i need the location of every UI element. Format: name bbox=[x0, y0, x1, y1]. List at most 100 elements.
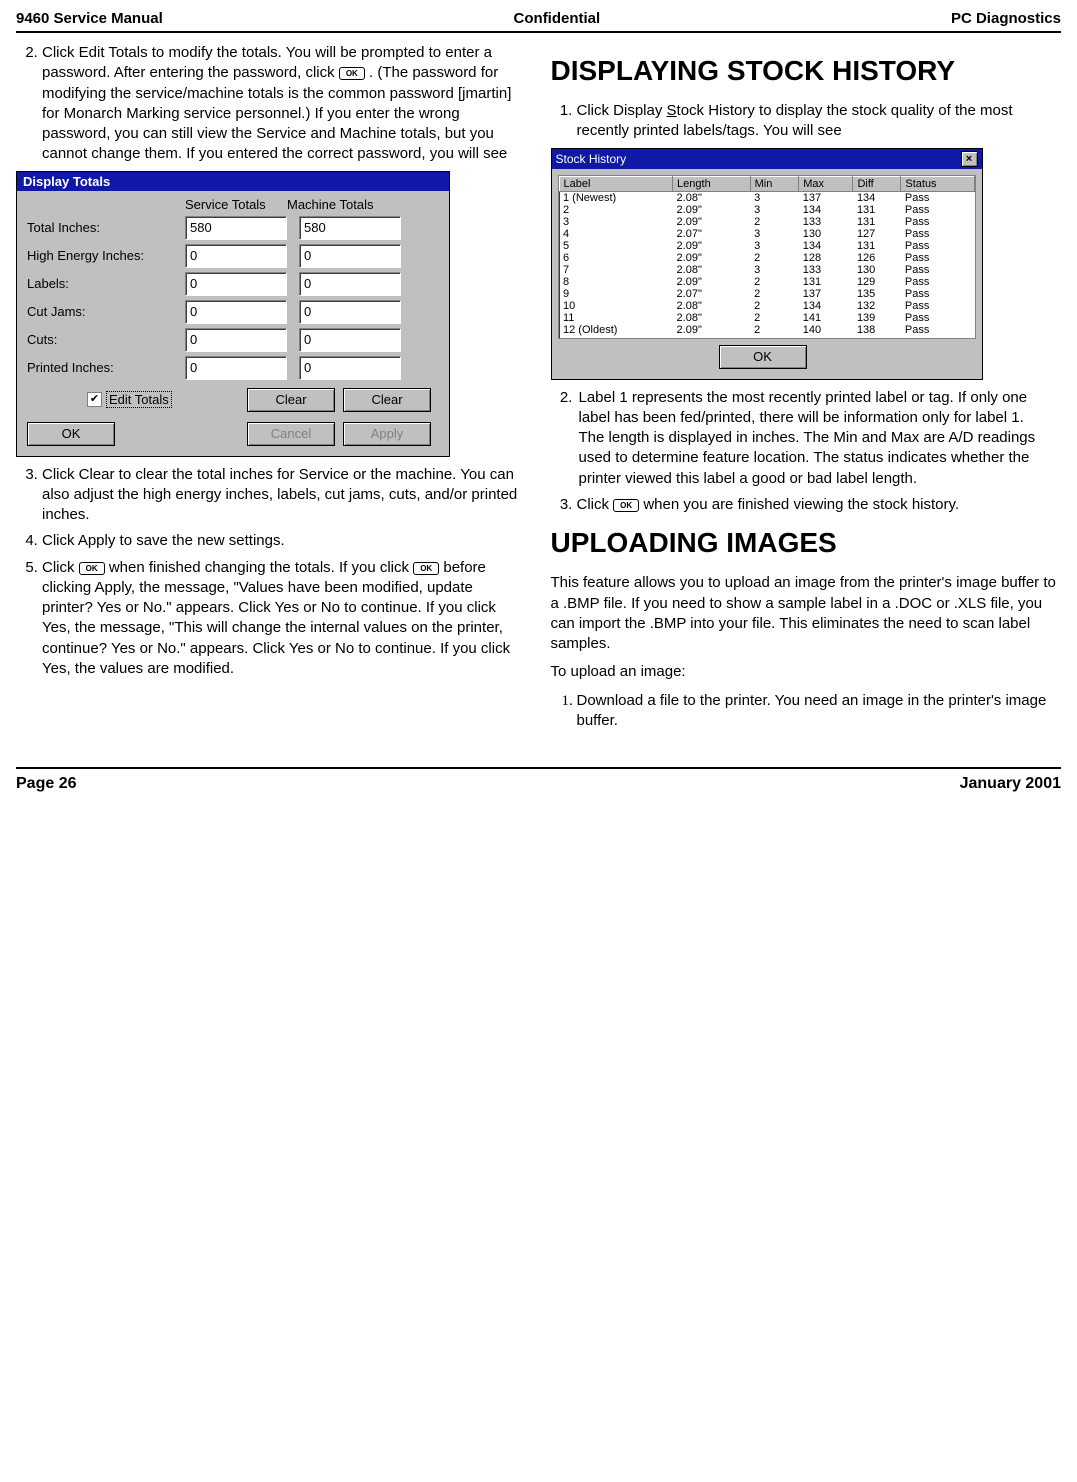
ok-icon: OK bbox=[79, 562, 105, 575]
machine-field[interactable] bbox=[299, 244, 401, 268]
totals-row-label: High Energy Inches: bbox=[27, 248, 185, 263]
table-cell: 135 bbox=[853, 288, 901, 300]
service-field[interactable] bbox=[185, 216, 287, 240]
service-field[interactable] bbox=[185, 300, 287, 324]
totals-row: Total Inches: bbox=[27, 216, 439, 240]
table-cell: 127 bbox=[853, 228, 901, 240]
table-cell: 134 bbox=[799, 204, 853, 216]
service-field[interactable] bbox=[185, 272, 287, 296]
table-cell: 2.09" bbox=[673, 252, 751, 264]
table-cell: Pass bbox=[901, 228, 974, 240]
table-cell: 2.08" bbox=[673, 191, 751, 204]
table-cell: Pass bbox=[901, 300, 974, 312]
machine-field[interactable] bbox=[299, 328, 401, 352]
ok-icon: OK bbox=[339, 67, 365, 80]
sh-step-2: Label 1 represents the most recently pri… bbox=[577, 388, 1062, 489]
table-row: 32.09"2133131Pass bbox=[559, 216, 974, 228]
table-cell: 134 bbox=[799, 240, 853, 252]
upload-p1: This feature allows you to upload an ima… bbox=[551, 573, 1062, 654]
table-cell: 137 bbox=[799, 191, 853, 204]
sh-ok-button[interactable]: OK bbox=[719, 345, 807, 369]
sh-step-3: Click OK when you are finished viewing t… bbox=[577, 495, 1062, 515]
totals-row-label: Total Inches: bbox=[27, 220, 185, 235]
table-cell: 130 bbox=[853, 264, 901, 276]
table-cell: 2 bbox=[750, 288, 799, 300]
table-row: 1 (Newest)2.08"3137134Pass bbox=[559, 191, 974, 204]
table-cell: Pass bbox=[901, 204, 974, 216]
table-cell: 8 bbox=[559, 276, 673, 288]
machine-field[interactable] bbox=[299, 216, 401, 240]
close-icon[interactable]: × bbox=[961, 151, 978, 167]
table-cell: 10 bbox=[559, 300, 673, 312]
table-cell: 133 bbox=[799, 264, 853, 276]
table-cell: Pass bbox=[901, 191, 974, 204]
footer-left: Page 26 bbox=[16, 775, 76, 793]
table-cell: 3 bbox=[750, 204, 799, 216]
cancel-button[interactable]: Cancel bbox=[247, 422, 335, 446]
table-cell: 126 bbox=[853, 252, 901, 264]
table-cell: 2 bbox=[559, 204, 673, 216]
table-cell: 130 bbox=[799, 228, 853, 240]
table-cell: 2 bbox=[750, 252, 799, 264]
service-field[interactable] bbox=[185, 328, 287, 352]
clear-service-button[interactable]: Clear bbox=[247, 388, 335, 412]
totals-row: Labels: bbox=[27, 272, 439, 296]
totals-row-label: Labels: bbox=[27, 276, 185, 291]
table-row: 52.09"3134131Pass bbox=[559, 240, 974, 252]
dialog-title: Display Totals bbox=[17, 172, 449, 191]
ok-button[interactable]: OK bbox=[27, 422, 115, 446]
table-cell: 137 bbox=[799, 288, 853, 300]
table-cell: 2.09" bbox=[673, 276, 751, 288]
service-field[interactable] bbox=[185, 356, 287, 380]
table-cell: 2 bbox=[750, 276, 799, 288]
totals-row: High Energy Inches: bbox=[27, 244, 439, 268]
table-cell: Pass bbox=[901, 276, 974, 288]
table-cell: 4 bbox=[559, 228, 673, 240]
step-2: Click Edit Totals to modify the totals. … bbox=[42, 43, 527, 165]
table-cell: Pass bbox=[901, 324, 974, 336]
table-cell: 140 bbox=[799, 324, 853, 336]
sh-column-header: Diff bbox=[853, 176, 901, 191]
machine-field[interactable] bbox=[299, 300, 401, 324]
left-column: Click Edit Totals to modify the totals. … bbox=[16, 43, 527, 737]
table-row: 92.07"2137135Pass bbox=[559, 288, 974, 300]
sh-column-header: Label bbox=[559, 176, 673, 191]
stock-history-table: LabelLengthMinMaxDiffStatus 1 (Newest)2.… bbox=[559, 176, 975, 336]
machine-field[interactable] bbox=[299, 272, 401, 296]
table-row: 102.08"2134132Pass bbox=[559, 300, 974, 312]
underlined-s: S bbox=[667, 102, 677, 119]
table-cell: 128 bbox=[799, 252, 853, 264]
table-cell: Pass bbox=[901, 288, 974, 300]
table-cell: 133 bbox=[799, 216, 853, 228]
edit-totals-checkbox[interactable]: ✔ bbox=[87, 392, 102, 407]
upload-step-1-text: Download a file to the printer. You need… bbox=[577, 692, 1047, 729]
table-row: 42.07"3130127Pass bbox=[559, 228, 974, 240]
table-cell: 2 bbox=[750, 312, 799, 324]
clear-machine-button[interactable]: Clear bbox=[343, 388, 431, 412]
table-row: 82.09"2131129Pass bbox=[559, 276, 974, 288]
display-totals-dialog: Display Totals Service Totals Machine To… bbox=[16, 171, 450, 457]
apply-button[interactable]: Apply bbox=[343, 422, 431, 446]
ok-icon: OK bbox=[413, 562, 439, 575]
table-cell: Pass bbox=[901, 216, 974, 228]
sh-dialog-title: Stock History bbox=[556, 152, 627, 166]
table-cell: Pass bbox=[901, 264, 974, 276]
table-cell: 2 bbox=[750, 216, 799, 228]
table-cell: 2.07" bbox=[673, 288, 751, 300]
machine-field[interactable] bbox=[299, 356, 401, 380]
sh-column-header: Max bbox=[799, 176, 853, 191]
machine-header: Machine Totals bbox=[287, 197, 389, 212]
table-cell: 5 bbox=[559, 240, 673, 252]
header-center: Confidential bbox=[514, 10, 601, 27]
table-cell: Pass bbox=[901, 240, 974, 252]
table-cell: 3 bbox=[750, 264, 799, 276]
sh-column-header: Status bbox=[901, 176, 974, 191]
footer-right: January 2001 bbox=[960, 775, 1061, 793]
service-field[interactable] bbox=[185, 244, 287, 268]
header-right: PC Diagnostics bbox=[951, 10, 1061, 27]
sh-column-header: Length bbox=[673, 176, 751, 191]
table-cell: 12 (Oldest) bbox=[559, 324, 673, 336]
totals-row: Cuts: bbox=[27, 328, 439, 352]
table-cell: 131 bbox=[853, 204, 901, 216]
table-row: 62.09"2128126Pass bbox=[559, 252, 974, 264]
